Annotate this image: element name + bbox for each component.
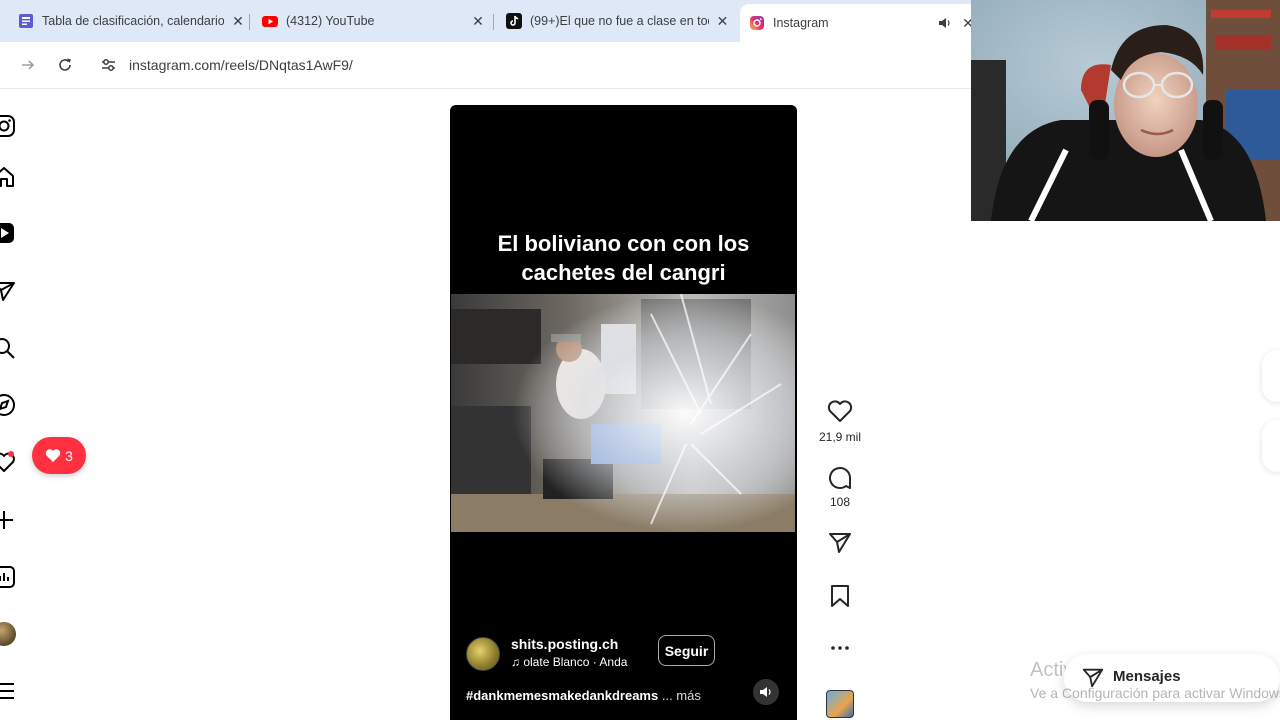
search-icon[interactable] — [0, 334, 18, 362]
send-icon[interactable] — [0, 277, 18, 305]
tab-separator — [249, 14, 250, 30]
close-tab-icon[interactable]: ✕ — [470, 13, 486, 30]
tab-tiktok[interactable]: (99+)El que no fue a clase en todo ✕ — [498, 6, 730, 36]
explore-icon[interactable] — [0, 391, 18, 419]
audio-thumbnail[interactable] — [826, 690, 854, 718]
hashtag-text[interactable]: #dankmemesmakedankdreams — [466, 688, 658, 703]
scroll-up-button[interactable] — [1262, 350, 1280, 402]
send-icon — [829, 533, 851, 553]
audio-track-label: olate Blanco · Anda — [523, 655, 628, 669]
speaker-icon — [760, 687, 771, 697]
bookmark-icon — [831, 585, 849, 607]
reel-video-frame[interactable] — [451, 294, 795, 532]
tab-youtube[interactable]: (4312) YouTube ✕ — [254, 6, 486, 36]
tab-separator — [493, 14, 494, 30]
address-bar[interactable]: instagram.com/reels/DNqtas1AwF9/ — [92, 48, 1092, 82]
reel-author-row: shits.posting.ch ♫ olate Blanco · Anda S… — [466, 635, 786, 676]
ellipsis-icon — [831, 646, 849, 650]
follow-button[interactable]: Seguir — [658, 635, 715, 666]
audio-track[interactable]: ♫ olate Blanco · Anda — [511, 655, 636, 669]
tab-title: Instagram — [773, 16, 829, 30]
comment-icon — [829, 467, 851, 489]
tiktok-icon — [506, 13, 522, 29]
create-icon[interactable] — [0, 506, 18, 534]
reel-player[interactable]: El boliviano con con los cachetes del ca… — [450, 105, 797, 720]
more-options-button[interactable] — [826, 640, 854, 656]
youtube-icon — [262, 13, 278, 29]
comment-button[interactable] — [826, 464, 854, 492]
heart-filled-icon — [45, 449, 61, 462]
tab-title: (4312) YouTube — [286, 14, 375, 28]
close-tab-icon[interactable]: ✕ — [230, 13, 246, 30]
windows-activation-subtitle: Ve a Configuración para activar Windows. — [1030, 685, 1280, 701]
forward-icon[interactable] — [15, 52, 41, 78]
reel-caption-text: El boliviano con con los cachetes del ca… — [497, 231, 750, 285]
heart-outline-icon — [827, 400, 853, 422]
like-button[interactable] — [826, 398, 854, 424]
tab-instagram[interactable]: Instagram ✕ — [740, 4, 976, 42]
profile-avatar-icon[interactable] — [0, 620, 18, 648]
menu-icon[interactable] — [0, 677, 18, 705]
instagram-icon — [749, 15, 765, 31]
dashboard-icon[interactable] — [0, 563, 18, 591]
more-link[interactable]: ... más — [662, 688, 701, 703]
notification-count: 3 — [65, 447, 73, 464]
close-tab-icon[interactable]: ✕ — [715, 13, 730, 30]
reel-hashtags[interactable]: #dankmemesmakedankdreams ... más — [466, 688, 701, 703]
document-icon — [18, 13, 34, 29]
author-username[interactable]: shits.posting.ch — [511, 636, 618, 652]
scroll-down-button[interactable] — [1262, 420, 1280, 472]
reload-icon[interactable] — [52, 52, 78, 78]
webcam-overlay — [971, 0, 1280, 221]
tab-title: Tabla de clasificación, calendario — [42, 14, 225, 28]
site-info-icon[interactable] — [100, 57, 117, 78]
music-note-icon: ♫ — [511, 655, 524, 669]
comment-count: 108 — [829, 495, 851, 509]
messages-label: Mensajes — [1113, 668, 1181, 685]
author-avatar[interactable] — [466, 637, 500, 671]
like-count: 21,9 mil — [818, 430, 862, 444]
heart-icon[interactable] — [0, 448, 18, 476]
speaker-icon[interactable] — [938, 16, 954, 30]
share-button[interactable] — [826, 530, 854, 556]
notification-badge[interactable]: 3 — [32, 437, 86, 474]
tab-title: (99+)El que no fue a clase en todo — [530, 14, 710, 28]
save-button[interactable] — [826, 583, 854, 609]
home-icon[interactable] — [0, 163, 18, 191]
reels-icon[interactable] — [0, 219, 18, 247]
mute-button[interactable] — [753, 679, 779, 705]
instagram-logo-icon[interactable] — [0, 112, 18, 140]
tab-tabla-clasificacion[interactable]: Tabla de clasificación, calendario ✕ — [10, 6, 246, 36]
url-text: instagram.com/reels/DNqtas1AwF9/ — [129, 57, 353, 73]
